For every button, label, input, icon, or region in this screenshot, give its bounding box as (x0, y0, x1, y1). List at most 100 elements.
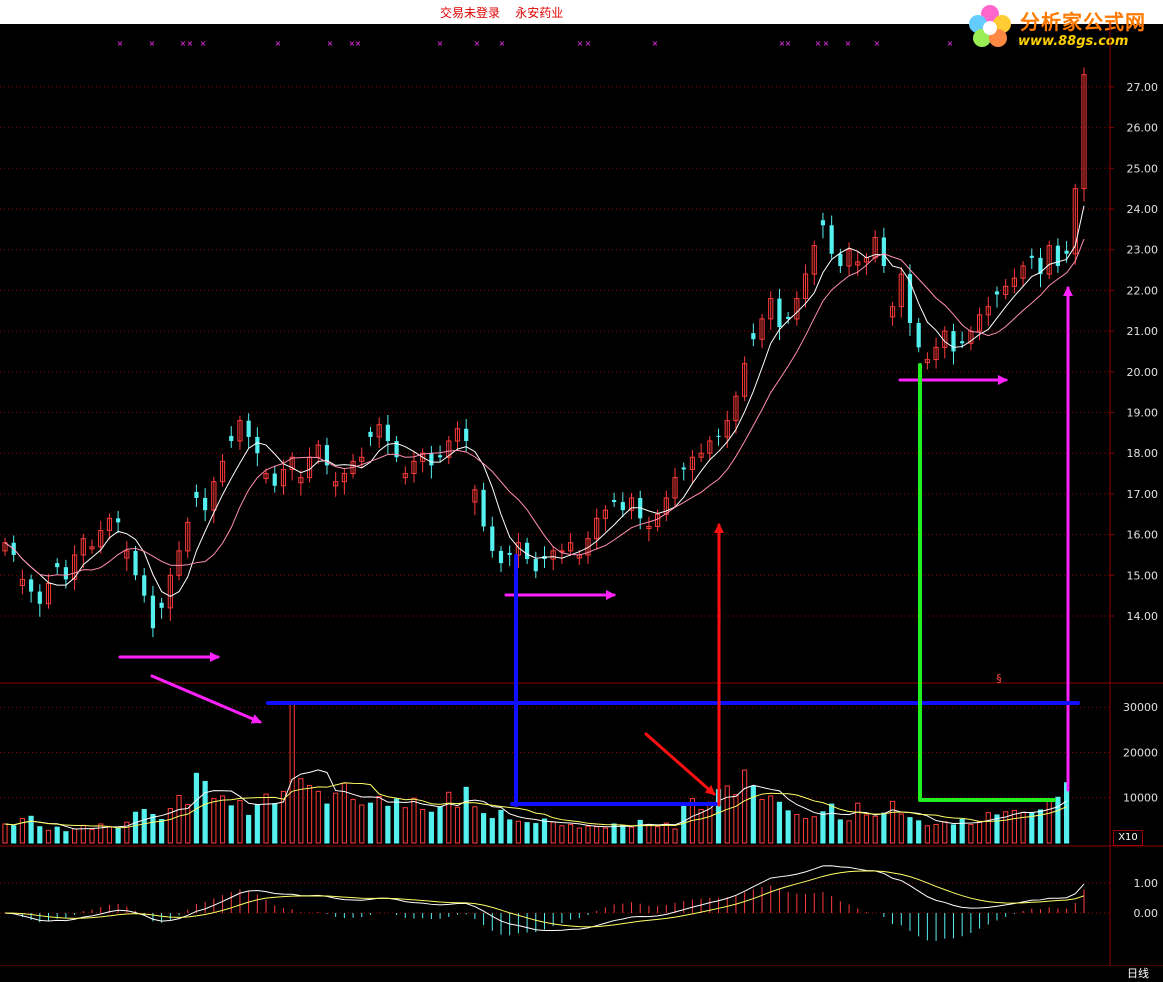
price-tick-label: 18.00 (1127, 447, 1159, 460)
event-marker-icon: × (845, 39, 852, 48)
volume-bar (454, 806, 461, 844)
stock-chart[interactable]: 14.00 15.00 16.00 17.00 18.00 19.00 20.00 21.00… (0, 24, 1163, 966)
volume-bar (350, 799, 356, 844)
volume-bar (550, 821, 556, 844)
candle-body-down (524, 542, 530, 560)
volume-bar (733, 794, 739, 844)
volume-bar (898, 813, 904, 844)
macd-tick-label: 0.00 (1134, 907, 1159, 920)
volume-bar (620, 825, 626, 844)
candle-body-down (507, 552, 512, 555)
volume-multiplier-label: X10 (1113, 830, 1143, 846)
event-marker-icon: × (327, 39, 334, 48)
volume-bar (298, 778, 304, 844)
event-marker-icon: × (652, 39, 659, 48)
candle-body-down (994, 291, 1000, 295)
volume-bar (472, 806, 478, 844)
volume-bar (533, 823, 539, 844)
volume-bar (976, 820, 983, 844)
volume-bar (150, 813, 156, 844)
volume-tick-label: 10000 (1123, 792, 1158, 805)
volume-bar (1046, 800, 1052, 844)
volume-bar (829, 803, 835, 844)
volume-bar (655, 826, 661, 844)
event-marker-icon: × (874, 39, 881, 48)
volume-bar (333, 792, 339, 844)
candle-body-down (612, 500, 617, 503)
candle-body-down (368, 431, 373, 437)
candle-body-down (481, 489, 486, 527)
volume-bar (376, 795, 382, 844)
event-marker-icon: × (823, 39, 830, 48)
volume-bar (446, 791, 452, 844)
volume-bar (385, 805, 391, 844)
candle-body-down (116, 518, 121, 523)
event-marker-icon: × (117, 39, 124, 48)
volume-bar (628, 826, 635, 844)
volume-bar (211, 798, 217, 844)
volume-bar (219, 795, 226, 844)
volume-bar (115, 827, 121, 844)
volume-bar (663, 822, 669, 844)
volume-bar (489, 818, 495, 844)
volume-bar (968, 823, 974, 844)
volume-bar (1029, 812, 1035, 844)
candle-body-down (55, 563, 60, 568)
candle-body-down (133, 550, 138, 576)
volume-bar (698, 809, 704, 844)
volume-bar (524, 822, 530, 844)
volume-bar (846, 820, 852, 844)
volume-bar (89, 828, 95, 844)
candle-body-down (533, 559, 538, 572)
candle-body-down (246, 420, 251, 437)
volume-bar (646, 823, 652, 844)
candle-body-down (881, 237, 886, 266)
event-marker-icon: × (577, 39, 584, 48)
candle-body-down (1029, 255, 1034, 258)
event-marker-icon: × (815, 39, 822, 48)
volume-bar (585, 825, 591, 844)
volume-bar (872, 815, 878, 844)
volume-bar (393, 798, 400, 844)
candle-body-down (150, 595, 156, 629)
volume-ma-fast-line (4, 769, 1067, 830)
volume-tick-label: 20000 (1123, 746, 1158, 759)
event-marker-icon: × (275, 39, 282, 48)
volume-bar (863, 814, 870, 844)
volume-bar (11, 825, 17, 844)
volume-bar (37, 826, 43, 844)
volume-bar (132, 811, 139, 844)
volume-bar (402, 807, 408, 844)
volume-note-label: § (996, 672, 1002, 685)
volume-bar (367, 802, 374, 844)
period-label[interactable]: 日线 (1113, 966, 1163, 982)
candle-body-down (951, 331, 956, 352)
volume-bar (672, 828, 678, 844)
volume-bar (80, 824, 86, 844)
candle-body-down (1064, 250, 1069, 254)
volume-bar (480, 813, 487, 844)
event-marker-icon: × (437, 39, 444, 48)
volume-bar (576, 827, 582, 844)
candle-body-down (716, 435, 721, 437)
volume-bar (916, 820, 922, 844)
price-tick-label: 14.00 (1127, 610, 1159, 623)
candle-body-down (960, 341, 965, 344)
volume-bar (45, 829, 52, 844)
volume-bar (411, 797, 417, 844)
candle-body-down (829, 225, 834, 254)
volume-bar (359, 804, 365, 844)
volume-bar (463, 786, 469, 844)
volume-bar (602, 827, 609, 844)
volume-bar (315, 790, 321, 844)
volume-bar (498, 809, 504, 844)
macd-tick-label: 1.00 (1134, 877, 1159, 890)
volume-bar (837, 819, 843, 844)
volume-bar (776, 801, 783, 844)
volume-tick-label: 30000 (1123, 701, 1158, 714)
candle-body-down (751, 333, 756, 340)
candle-body-down (820, 220, 826, 226)
event-marker-icon: × (149, 39, 156, 48)
candle-body-down (916, 322, 921, 348)
volume-bar (802, 818, 809, 844)
